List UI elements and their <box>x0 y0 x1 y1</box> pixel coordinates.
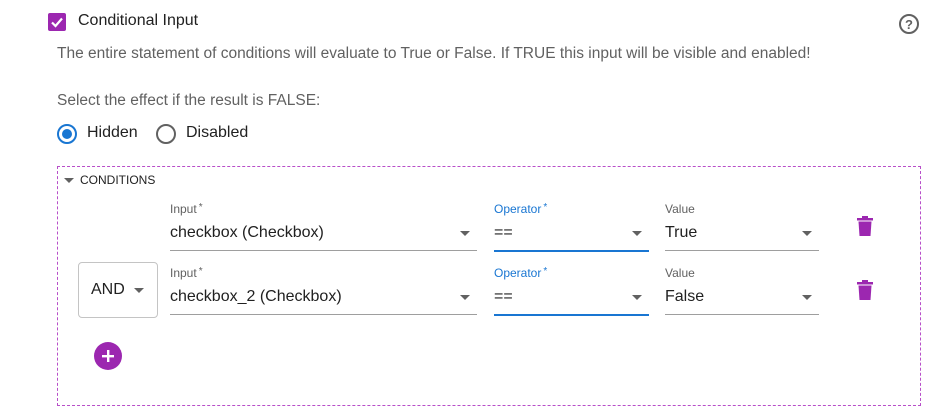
chevron-down-icon <box>460 295 470 300</box>
field-label: Input * <box>170 266 203 280</box>
conditional-input-title: Conditional Input <box>78 12 199 29</box>
condition-operator-select[interactable]: Operator * == <box>494 202 649 252</box>
conditional-input-checkbox[interactable] <box>48 13 66 31</box>
field-underline <box>494 314 649 316</box>
delete-condition-button[interactable] <box>857 216 873 241</box>
radio-disabled[interactable] <box>156 124 176 144</box>
field-value: == <box>494 288 513 305</box>
help-symbol: ? <box>905 16 913 32</box>
field-underline <box>170 250 477 251</box>
trash-icon <box>857 216 873 236</box>
condition-operator-select[interactable]: Operator * == <box>494 266 649 316</box>
description-text: The entire statement of conditions will … <box>57 45 811 62</box>
check-icon <box>51 17 63 28</box>
chevron-down-icon <box>802 295 812 300</box>
field-label: Value <box>665 266 695 280</box>
effect-label: Select the effect if the result is FALSE… <box>57 92 321 109</box>
field-value: == <box>494 224 513 241</box>
chevron-down-icon <box>802 231 812 236</box>
chevron-down-icon <box>632 231 642 236</box>
plus-icon <box>102 350 114 362</box>
field-underline <box>170 314 477 315</box>
field-label: Operator * <box>494 202 548 216</box>
field-underline <box>494 250 649 252</box>
delete-condition-button[interactable] <box>857 280 873 305</box>
field-underline <box>665 250 819 251</box>
conditions-title: CONDITIONS <box>80 173 156 187</box>
logic-operator-value: AND <box>91 281 125 298</box>
field-label: Value <box>665 202 695 216</box>
radio-disabled-label[interactable]: Disabled <box>186 124 248 142</box>
help-icon[interactable]: ? <box>899 14 919 34</box>
conditions-toggle[interactable]: CONDITIONS <box>64 173 155 187</box>
add-condition-button[interactable] <box>94 342 122 370</box>
field-value: True <box>665 224 698 241</box>
chevron-down-icon <box>64 177 74 183</box>
chevron-down-icon <box>632 295 642 300</box>
condition-input-select[interactable]: Input * checkbox (Checkbox) <box>170 202 477 252</box>
logic-operator-select[interactable]: AND <box>78 262 158 318</box>
chevron-down-icon <box>133 287 144 293</box>
condition-value-select[interactable]: Value True <box>665 202 819 252</box>
field-label: Operator * <box>494 266 548 280</box>
condition-input-select[interactable]: Input * checkbox_2 (Checkbox) <box>170 266 477 316</box>
field-value: checkbox (Checkbox) <box>170 224 324 241</box>
field-label: Input * <box>170 202 203 216</box>
field-underline <box>665 314 819 315</box>
radio-hidden[interactable] <box>57 124 77 144</box>
field-value: False <box>665 288 705 305</box>
field-value: checkbox_2 (Checkbox) <box>170 288 342 305</box>
condition-value-select[interactable]: Value False <box>665 266 819 316</box>
trash-icon <box>857 280 873 300</box>
chevron-down-icon <box>460 231 470 236</box>
radio-hidden-label[interactable]: Hidden <box>87 124 138 142</box>
